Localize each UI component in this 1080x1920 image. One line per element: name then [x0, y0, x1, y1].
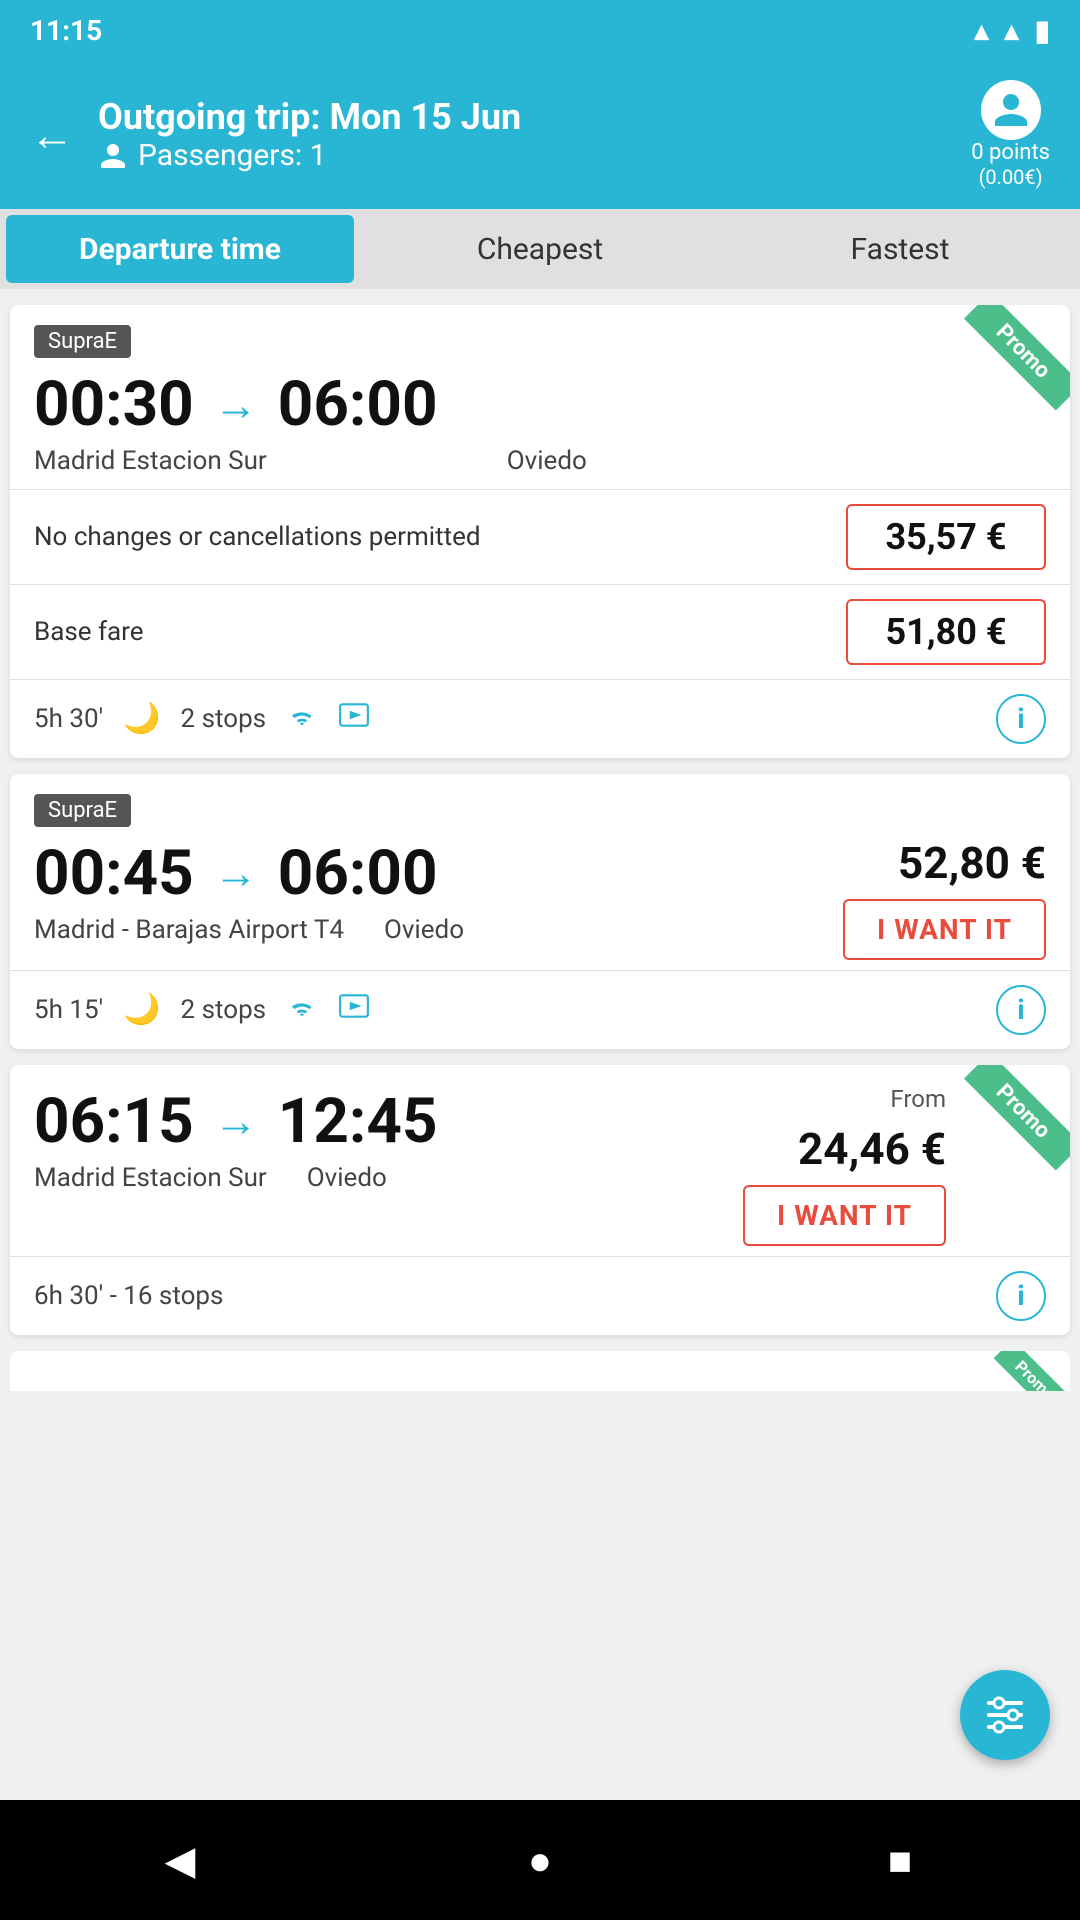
card-3-departure: 06:15 — [34, 1085, 194, 1158]
avatar-icon — [991, 90, 1031, 130]
card-3-duration: 6h 30' - 16 stops — [34, 1281, 223, 1311]
tab-fastest[interactable]: Fastest — [726, 215, 1074, 283]
media-symbol-2 — [338, 993, 370, 1019]
card-3-arrow: → — [214, 1095, 258, 1147]
card-2-want-it[interactable]: I WANT IT — [843, 899, 1046, 960]
card-3-right: From 24,46 € I WANT IT — [743, 1085, 946, 1246]
nav-home-button[interactable]: ● — [510, 1830, 570, 1890]
card-1-fare-section: No changes or cancellations permitted 35… — [10, 489, 1070, 584]
header: ← Outgoing trip: Mon 15 Jun Passengers: … — [0, 60, 1080, 209]
card-3-to: Oviedo — [307, 1162, 387, 1196]
card-2-times: 00:45 → 06:00 — [34, 837, 464, 910]
wifi-symbol-2 — [286, 997, 318, 1019]
card-1-from: Madrid Estacion Sur — [34, 445, 267, 479]
status-bar: 11:15 ▴ ▴ ▮ — [0, 0, 1080, 60]
card-3-footer-left: 6h 30' - 16 stops — [34, 1281, 223, 1311]
card-3-header: 06:15 → 12:45 Madrid Estacion Sur Oviedo… — [10, 1065, 1070, 1256]
trip-title: Outgoing trip: Mon 15 Jun — [98, 96, 947, 138]
info-button-2[interactable]: i — [996, 985, 1046, 1035]
user-avatar — [981, 80, 1041, 140]
card-1-base-section: Base fare 51,80 € — [10, 584, 1070, 679]
status-icons: ▴ ▴ ▮ — [974, 14, 1050, 47]
card-2-from: Madrid - Barajas Airport T4 — [34, 914, 344, 948]
media-icon-2 — [338, 992, 370, 1027]
flight-card-1: Promo SupraE 00:30 → 06:00 Madrid Estaci… — [10, 305, 1070, 758]
card-2-departure: 00:45 — [34, 837, 194, 910]
card-1-to: Oviedo — [507, 445, 587, 479]
tab-cheapest[interactable]: Cheapest — [366, 215, 714, 283]
card-1-stops: 2 stops — [181, 704, 267, 734]
wifi-icon-2 — [286, 992, 318, 1027]
card-3-footer: 6h 30' - 16 stops i — [10, 1256, 1070, 1335]
card-3-times-left: 06:15 → 12:45 Madrid Estacion Sur Oviedo — [34, 1085, 438, 1196]
card-1-departure: 00:30 — [34, 368, 194, 441]
card-3-price: 24,46 € — [798, 1123, 946, 1175]
battery-icon: ▮ — [1035, 14, 1050, 47]
card-2-duration: 5h 15' — [34, 995, 103, 1025]
card-1-base-price: 51,80 € — [846, 599, 1046, 665]
nav-bar: ◀ ● ■ — [0, 1800, 1080, 1920]
card-1-badge: SupraE — [34, 325, 131, 358]
card-1-arrow: → — [214, 379, 258, 431]
card-2-locations: Madrid - Barajas Airport T4 Oviedo — [34, 914, 464, 948]
person-icon — [98, 141, 128, 171]
card-1-locations: Madrid Estacion Sur Oviedo — [34, 445, 1046, 479]
card-2-footer: 5h 15' 🌙 2 stops i — [10, 970, 1070, 1049]
card-2-stops: 2 stops — [181, 995, 267, 1025]
card-3-arrival: 12:45 — [278, 1085, 438, 1158]
filter-icon — [981, 1691, 1029, 1739]
tab-departure-time[interactable]: Departure time — [6, 215, 354, 283]
flight-card-2: SupraE 00:45 → 06:00 Madrid - Barajas Ai… — [10, 774, 1070, 1049]
card-2-header: SupraE 00:45 → 06:00 Madrid - Barajas Ai… — [10, 774, 1070, 970]
flight-card-3: Promo 06:15 → 12:45 Madrid Estacion Sur … — [10, 1065, 1070, 1335]
card-4-promo: Promo — [990, 1351, 1070, 1391]
card-1-arrival: 06:00 — [278, 368, 438, 441]
card-1-duration: 5h 30' — [34, 704, 103, 734]
card-4-promo-label: Promo — [994, 1351, 1070, 1391]
card-2-arrow: → — [214, 847, 258, 899]
card-4-peek: Promo — [10, 1351, 1070, 1391]
card-1-fare-price: 35,57 € — [846, 504, 1046, 570]
card-1-times: 00:30 → 06:00 — [34, 368, 1046, 441]
nav-square-button[interactable]: ■ — [870, 1830, 930, 1890]
wifi-icon: ▴ — [974, 14, 988, 47]
card-1-base-label: Base fare — [34, 617, 144, 647]
card-1-footer-left: 5h 30' 🌙 2 stops — [34, 701, 370, 736]
passengers-label: Passengers: 1 — [98, 138, 947, 173]
back-button[interactable]: ← — [30, 109, 74, 161]
card-2-price: 52,80 € — [898, 837, 1046, 889]
signal-icon: ▴ — [1005, 14, 1019, 47]
card-2-arrival: 06:00 — [278, 837, 438, 910]
card-2-badge: SupraE — [34, 794, 131, 827]
wifi-icon-1 — [286, 701, 318, 736]
card-3-from-label: From — [890, 1085, 946, 1113]
header-info: Outgoing trip: Mon 15 Jun Passengers: 1 — [98, 96, 947, 173]
card-2-times-left: 00:45 → 06:00 Madrid - Barajas Airport T… — [34, 837, 464, 948]
card-1-header: SupraE 00:30 → 06:00 Madrid Estacion Sur… — [10, 305, 1070, 489]
user-profile[interactable]: 0 points (0.00€) — [971, 80, 1050, 189]
media-symbol-1 — [338, 702, 370, 728]
card-2-right: 52,80 € I WANT IT — [843, 837, 1046, 960]
card-2-to: Oviedo — [384, 914, 464, 948]
card-2-footer-left: 5h 15' 🌙 2 stops — [34, 992, 370, 1027]
card-1-fare-label: No changes or cancellations permitted — [34, 522, 481, 552]
info-button-1[interactable]: i — [996, 694, 1046, 744]
info-button-3[interactable]: i — [996, 1271, 1046, 1321]
nav-back-button[interactable]: ◀ — [150, 1830, 210, 1890]
sort-tabs: Departure time Cheapest Fastest — [0, 209, 1080, 289]
card-3-from: Madrid Estacion Sur — [34, 1162, 267, 1196]
status-time: 11:15 — [30, 14, 102, 47]
moon-icon-1: 🌙 — [123, 701, 160, 736]
user-points: 0 points — [971, 140, 1050, 165]
media-icon-1 — [338, 701, 370, 736]
card-3-want-it[interactable]: I WANT IT — [743, 1185, 946, 1246]
card-1-footer: 5h 30' 🌙 2 stops i — [10, 679, 1070, 758]
card-3-times: 06:15 → 12:45 — [34, 1085, 438, 1158]
card-3-locations: Madrid Estacion Sur Oviedo — [34, 1162, 438, 1196]
user-points-amount: (0.00€) — [979, 165, 1043, 189]
moon-icon-2: 🌙 — [123, 992, 160, 1027]
wifi-symbol-1 — [286, 706, 318, 728]
filter-fab[interactable] — [960, 1670, 1050, 1760]
